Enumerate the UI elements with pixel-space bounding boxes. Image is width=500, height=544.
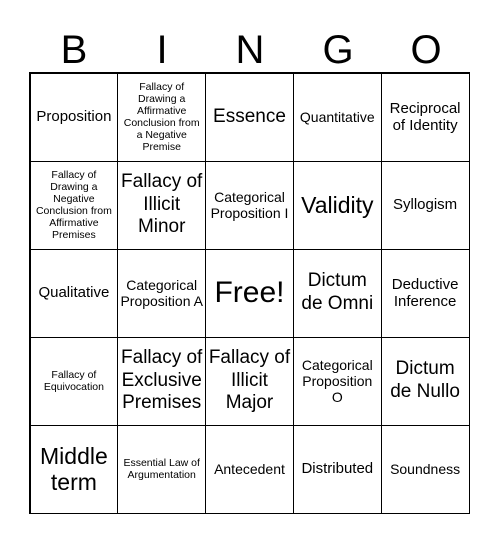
bingo-cell[interactable]: Proposition [29, 72, 119, 162]
bingo-cell[interactable]: Distributed [292, 424, 382, 514]
bingo-cell[interactable]: Deductive Inference [380, 248, 470, 338]
bingo-cell[interactable]: Fallacy of Illicit Major [205, 336, 294, 426]
bingo-cell[interactable]: Quantitative [292, 72, 382, 162]
bingo-cell[interactable]: Dictum de Nullo [380, 336, 470, 426]
bingo-cell[interactable]: Fallacy of Drawing a Affirmative Conclus… [117, 72, 207, 162]
bingo-cell[interactable]: Fallacy of Exclusive Premises [117, 336, 207, 426]
bingo-cell[interactable]: Reciprocal of Identity [380, 72, 470, 162]
bingo-cell[interactable]: Qualitative [29, 248, 119, 338]
header-letter: I [156, 28, 168, 72]
bingo-cell[interactable]: Categorical Proposition I [205, 160, 294, 250]
bingo-cell[interactable]: Antecedent [205, 424, 294, 514]
header-letter: G [322, 28, 354, 72]
bingo-cell[interactable]: Dictum de Omni [292, 248, 382, 338]
bingo-cell[interactable]: Essential Law of Argumentation [117, 424, 207, 514]
bingo-cell[interactable]: Soundness [380, 424, 470, 514]
bingo-cell[interactable]: Categorical Proposition A [117, 248, 207, 338]
bingo-cell[interactable]: Fallacy of Illicit Minor [117, 160, 207, 250]
bingo-cell[interactable]: Validity [292, 160, 382, 250]
bingo-cell[interactable]: Categorical Proposition O [292, 336, 382, 426]
bingo-cell[interactable]: Fallacy of Equivocation [29, 336, 119, 426]
header-letter: N [235, 28, 265, 72]
bingo-cell[interactable]: Syllogism [380, 160, 470, 250]
header-letter: O [410, 28, 442, 72]
bingo-cell[interactable]: Essence [205, 72, 294, 162]
bingo-cell[interactable]: Free! [205, 248, 294, 338]
bingo-card: Proposition Fallacy of Drawing a Affirmat… [29, 72, 470, 514]
bingo-cell[interactable]: Middle term [29, 424, 119, 514]
bingo-header: B I N G O [30, 28, 470, 72]
header-letter: B [60, 28, 88, 72]
bingo-cell[interactable]: Fallacy of Drawing a Negative Conclusion… [29, 160, 119, 250]
